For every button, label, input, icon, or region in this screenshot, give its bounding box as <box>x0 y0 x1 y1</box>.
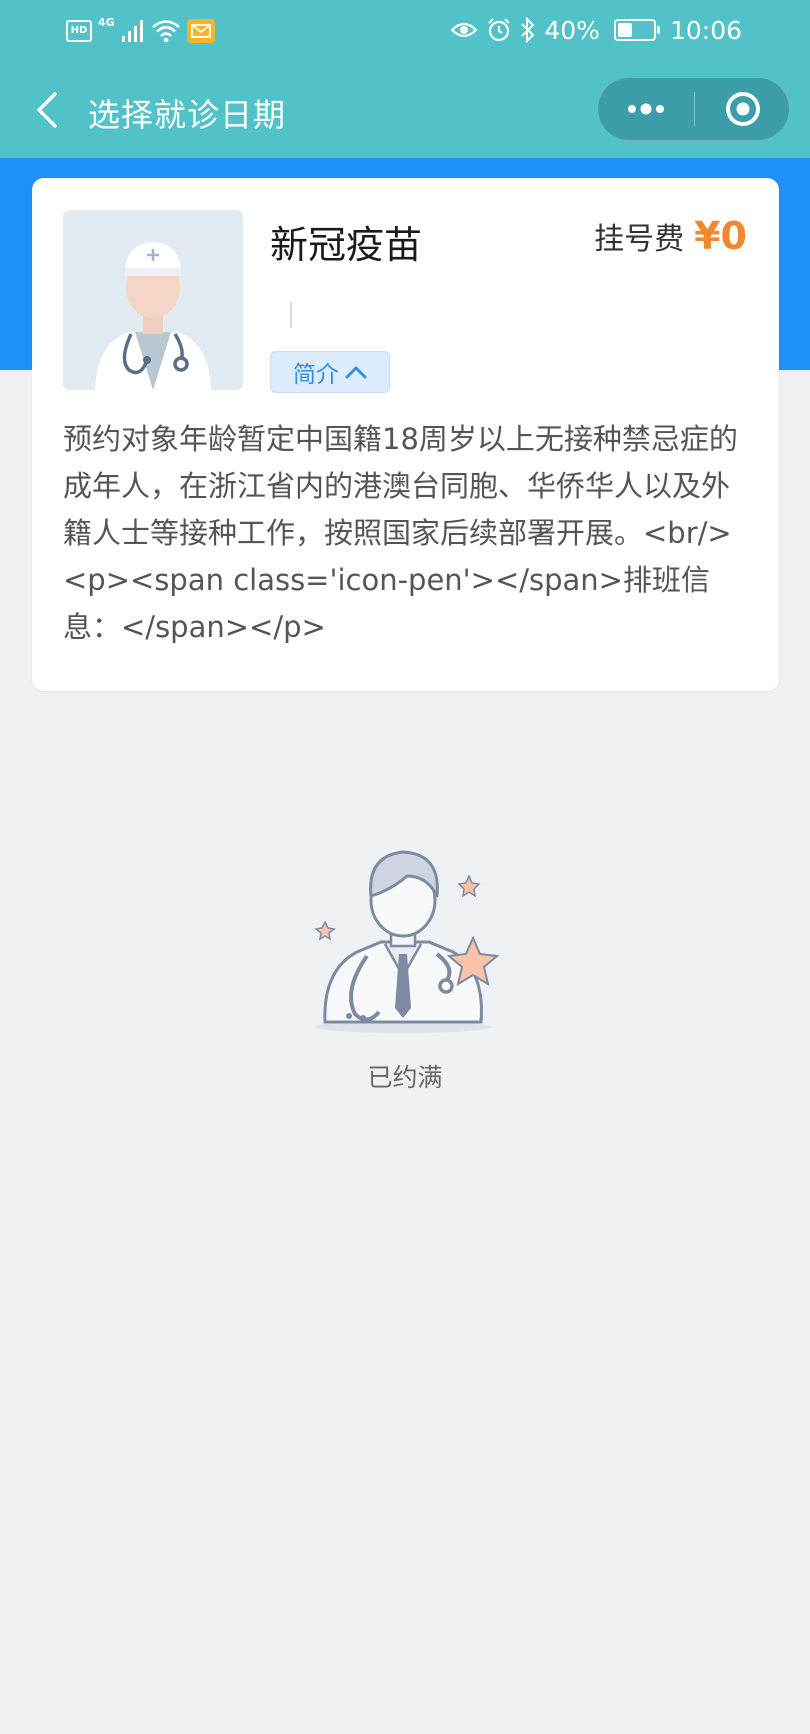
battery-percent: 40% <box>544 15 600 45</box>
alarm-icon <box>488 18 511 42</box>
back-button[interactable] <box>22 82 72 138</box>
status-bar: HD 4G 40% 10:06 <box>0 0 810 62</box>
doctor-avatar <box>63 210 243 390</box>
fully-booked-illustration <box>305 830 505 1040</box>
intro-label: 简介 <box>293 362 339 388</box>
fee-value: ¥0 <box>694 214 747 258</box>
eye-icon <box>450 22 478 38</box>
battery-level <box>617 23 632 37</box>
chevron-up-icon <box>345 366 367 379</box>
registration-fee: 挂号费 ¥0 <box>594 214 747 258</box>
bluetooth-icon <box>521 17 535 43</box>
signal-icon <box>121 20 143 42</box>
status-left: HD 4G <box>66 14 215 48</box>
network-type: 4G <box>98 16 115 29</box>
target-circle-icon <box>726 92 760 126</box>
wifi-icon <box>151 20 180 43</box>
mini-program-capsule <box>597 77 790 141</box>
more-button[interactable] <box>598 78 694 140</box>
mail-notification-icon <box>186 19 215 43</box>
close-mini-program-button[interactable] <box>695 78 791 140</box>
page-title: 选择就诊日期 <box>88 96 287 134</box>
battery-icon <box>613 19 660 41</box>
fee-label: 挂号费 <box>594 222 685 257</box>
clock-time: 10:06 <box>669 15 742 45</box>
chevron-left-icon <box>37 92 57 128</box>
service-name: 新冠疫苗 <box>270 223 423 267</box>
navigation-bar: 选择就诊日期 <box>0 62 810 158</box>
empty-state-text: 已约满 <box>367 1063 443 1092</box>
divider-line <box>290 302 292 328</box>
vaccine-info-card: 新冠疫苗 挂号费 ¥0 简介 预约对象年龄暂定中国籍18周岁以上无接种禁忌症的成… <box>32 178 779 691</box>
intro-toggle-button[interactable]: 简介 <box>270 351 390 393</box>
status-right: 40% 10:06 <box>450 10 742 50</box>
more-dots-icon <box>628 103 664 115</box>
description-text: 预约对象年龄暂定中国籍18周岁以上无接种禁忌症的成年人，在浙江省内的港澳台同胞、… <box>63 422 738 644</box>
hd-badge: HD <box>66 20 92 42</box>
